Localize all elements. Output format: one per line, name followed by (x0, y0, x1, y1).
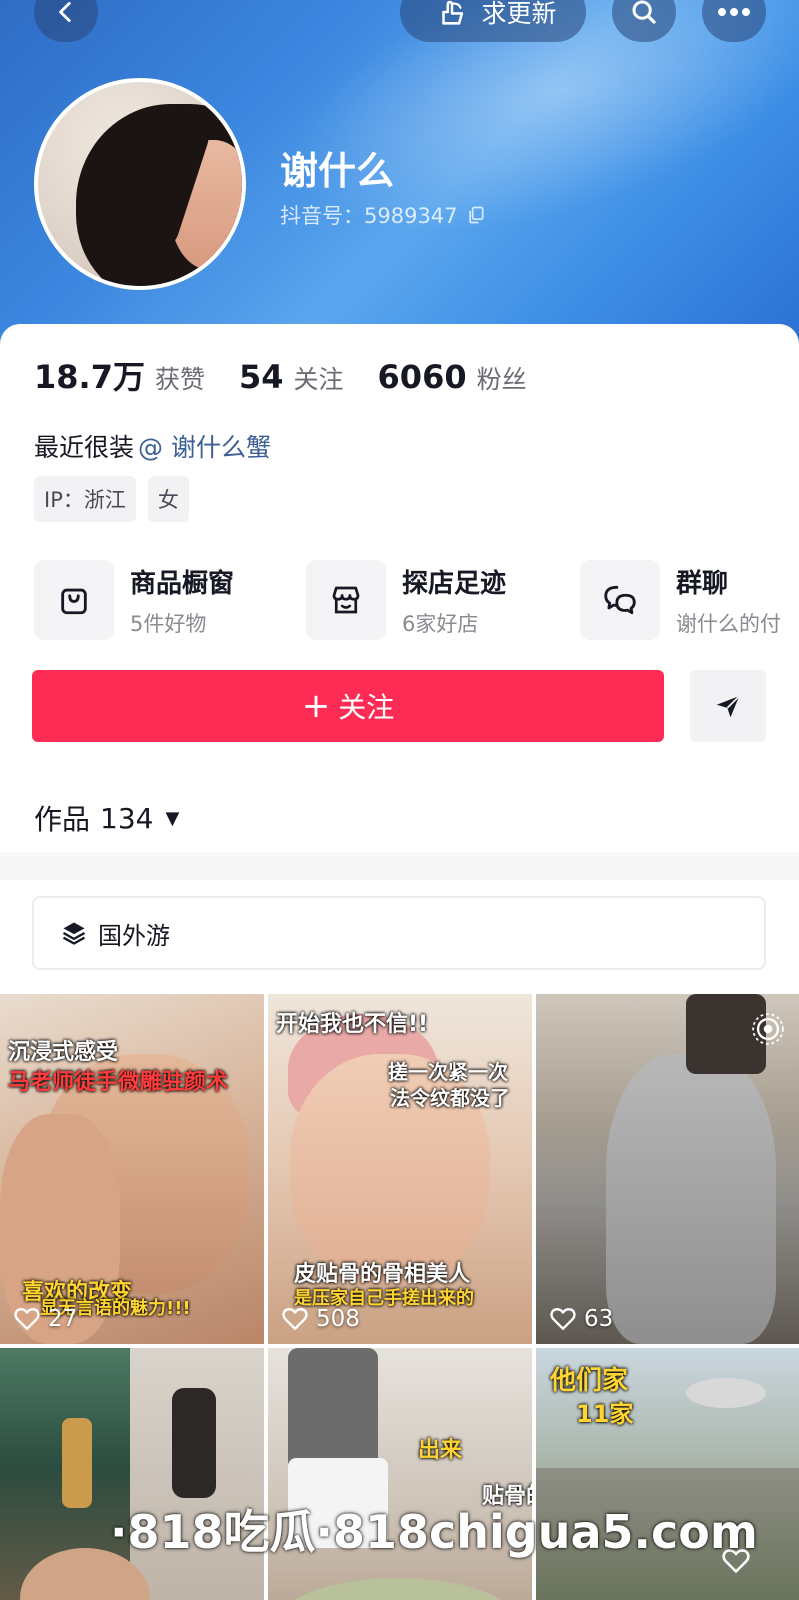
heart-icon (550, 1308, 576, 1330)
request-update-label: 求更新 (481, 0, 557, 28)
tags-row: IP：浙江 女 (34, 476, 201, 522)
feature-showcase[interactable]: 商品橱窗 5件好物 (34, 560, 234, 640)
follow-button[interactable]: + 关注 (32, 670, 664, 742)
caret-down-icon: ▼ (165, 807, 180, 829)
likes-label: 获赞 (154, 365, 205, 394)
request-update-button[interactable]: 求更新 (400, 0, 586, 42)
followers-label: 粉丝 (476, 365, 527, 394)
hand-point-icon (442, 0, 464, 25)
works-tab[interactable]: 作品 134 ▼ (34, 798, 179, 838)
send-icon (716, 695, 740, 718)
more-dots-icon (718, 8, 750, 16)
chat-icon (580, 560, 660, 640)
video-caption: 11家 (576, 1400, 634, 1428)
heart-icon (14, 1308, 40, 1330)
copy-icon[interactable] (466, 205, 486, 225)
chevron-left-icon (59, 1, 71, 23)
profile-card: 18.7万 获赞 54 关注 6060 粉丝 最近很装 @ 谢什么蟹 IP：浙江 … (0, 324, 799, 1600)
back-button[interactable] (34, 0, 98, 42)
share-button[interactable] (690, 670, 766, 742)
bag-icon (34, 560, 114, 640)
gender-tag: 女 (147, 476, 189, 522)
video-thumbnail[interactable]: 开始我也不信!! 搓一次紧一次 法令纹都没了 皮贴骨的骨相美人 是压家自己手搓出… (268, 994, 532, 1344)
feature-group-chat-title: 群聊 (676, 568, 729, 599)
collection-label: 国外游 (98, 921, 170, 950)
works-count: 134 (100, 801, 154, 835)
feature-group-chat[interactable]: 群聊 谢什么的付 (580, 560, 781, 640)
video-likes: 508 (282, 1306, 360, 1332)
ip-location-tag: IP：浙江 (34, 476, 136, 522)
avatar[interactable] (34, 78, 246, 290)
followers-count[interactable]: 6060 (378, 358, 467, 396)
collection-entry[interactable]: 国外游 (32, 896, 766, 970)
video-thumbnail[interactable]: 出来 贴骨的骨相美人 (268, 1348, 532, 1600)
likes-count[interactable]: 18.7万 (34, 352, 145, 398)
profile-header: 求更新 谢什么 抖音号：5989347 (0, 0, 799, 360)
profile-name: 谢什么 (280, 149, 395, 193)
video-likes-count: 63 (584, 1306, 614, 1332)
layers-icon (60, 919, 88, 947)
douyin-id[interactable]: 抖音号：5989347 (280, 200, 486, 230)
feature-group-chat-subtitle: 谢什么的付 (676, 611, 781, 636)
plus-icon: + (301, 686, 331, 726)
douyin-id-text: 抖音号：5989347 (280, 204, 458, 228)
video-thumbnail[interactable]: 63 (536, 994, 799, 1344)
video-caption: 他们家 (550, 1366, 629, 1396)
video-caption: 法令纹都没了 (390, 1086, 510, 1110)
bio-text: 最近很装 (34, 433, 135, 462)
watermark: ·818吃瓜·818chigua5.com (110, 1505, 758, 1559)
search-button[interactable] (612, 0, 676, 42)
bio: 最近很装 @ 谢什么蟹 (34, 428, 271, 464)
feature-showcase-subtitle: 5件好物 (130, 611, 207, 636)
section-divider (0, 852, 799, 880)
search-icon (632, 0, 656, 24)
feature-entries: 商品橱窗 5件好物 探店足迹 6家好店 群聊 谢什么的付 (34, 560, 799, 644)
feature-shop-visits-subtitle: 6家好店 (402, 611, 479, 636)
following-label: 关注 (293, 365, 344, 394)
works-label: 作品 (34, 803, 91, 836)
video-caption: 搓一次紧一次 (388, 1060, 508, 1084)
video-likes-count: 27 (48, 1306, 78, 1332)
following-count[interactable]: 54 (239, 358, 284, 396)
stats-row: 18.7万 获赞 54 关注 6060 粉丝 (34, 352, 561, 398)
feature-shop-visits[interactable]: 探店足迹 6家好店 (306, 560, 506, 640)
video-thumbnail[interactable]: 他们家 11家 (536, 1348, 799, 1600)
video-caption: 沉浸式感受 (8, 1040, 119, 1065)
video-thumbnail[interactable] (0, 1348, 264, 1600)
live-icon (752, 1013, 784, 1045)
more-button[interactable] (702, 0, 766, 42)
video-caption: 马老师徒手微雕驻颜术 (8, 1070, 229, 1095)
video-thumbnail[interactable]: 沉浸式感受 马老师徒手微雕驻颜术 喜欢的改变 显无言语的魅力!!! 27 (0, 994, 264, 1344)
video-caption: 出来 (418, 1438, 463, 1463)
video-likes: 27 (14, 1306, 77, 1332)
video-likes: 63 (550, 1306, 613, 1332)
bio-mention-link[interactable]: @ 谢什么蟹 (138, 433, 271, 462)
video-caption: 开始我也不信!! (276, 1012, 429, 1037)
feature-showcase-title: 商品橱窗 (130, 568, 235, 599)
heart-icon (282, 1308, 308, 1330)
shop-icon (306, 560, 386, 640)
video-likes-count: 508 (316, 1306, 360, 1332)
feature-shop-visits-title: 探店足迹 (402, 568, 507, 599)
follow-label: 关注 (338, 691, 395, 724)
